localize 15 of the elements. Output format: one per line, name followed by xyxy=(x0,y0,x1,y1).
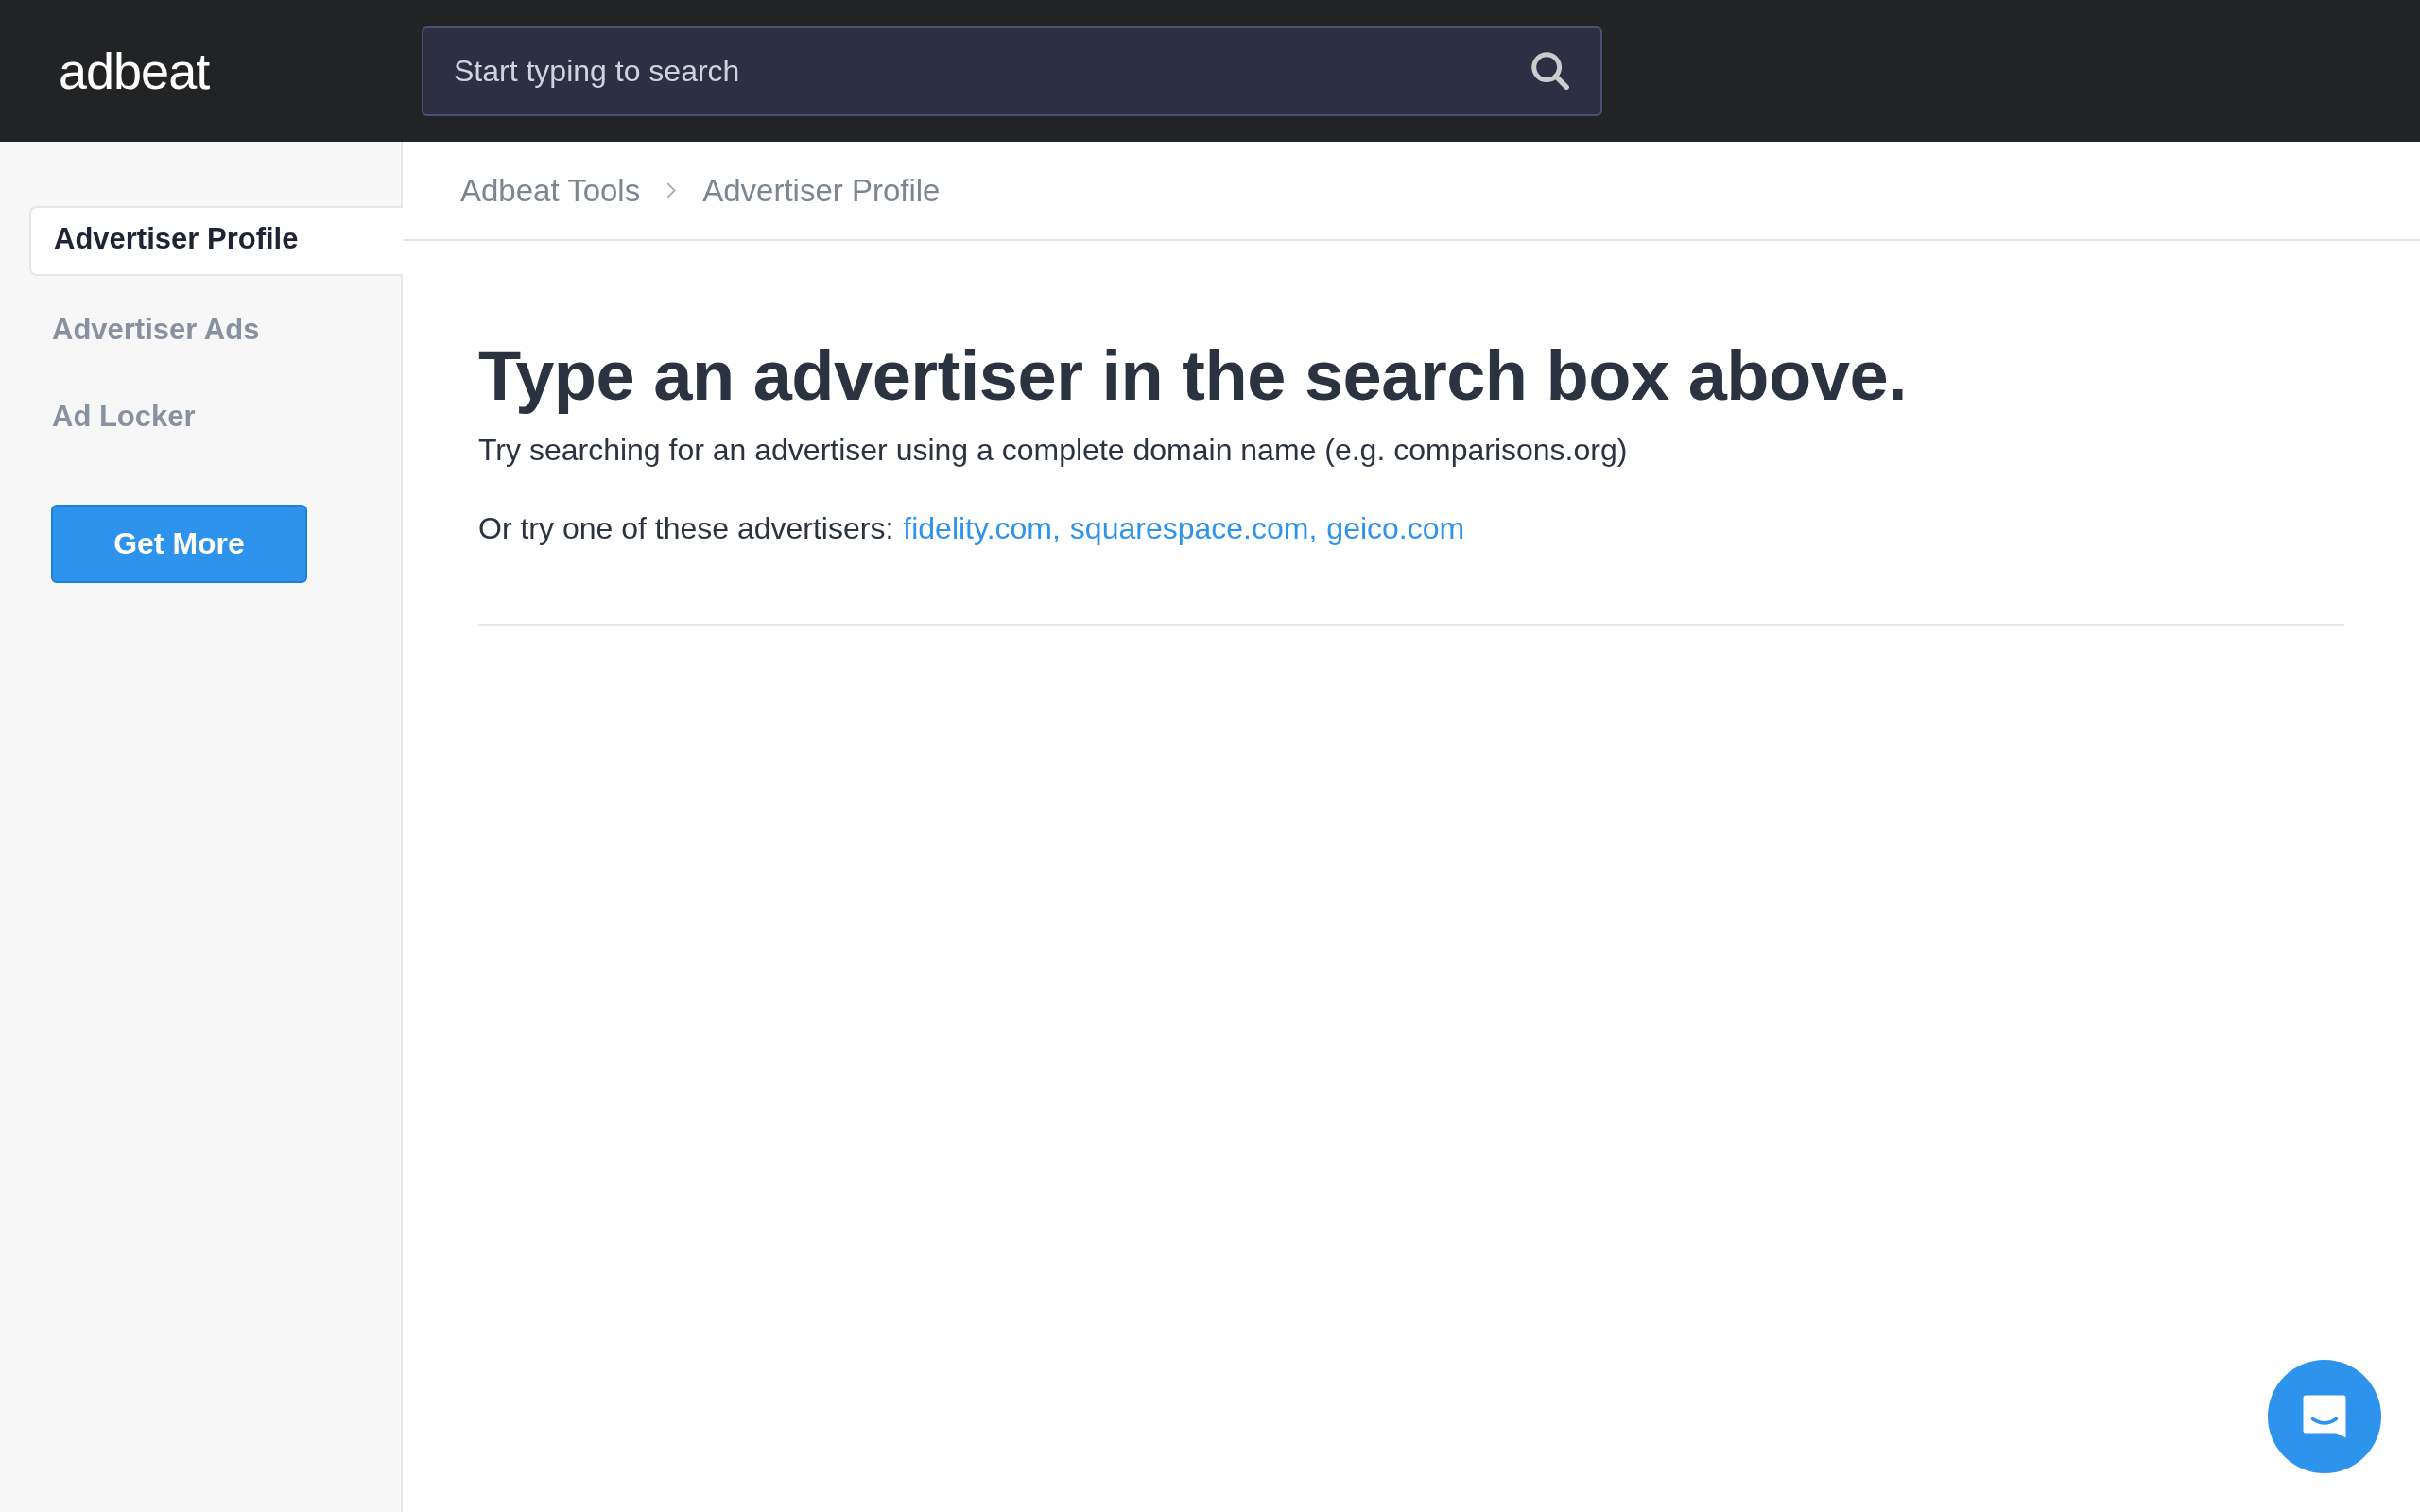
advertiser-link[interactable]: squarespace.com, xyxy=(1069,511,1318,546)
page-heading: Type an advertiser in the search box above. xyxy=(478,335,1909,416)
sidebar-item[interactable]: Advertiser Profile xyxy=(29,206,403,276)
breadcrumb-item: Advertiser Profile xyxy=(702,172,941,209)
sidebar-item[interactable]: Ad Locker xyxy=(29,384,403,450)
advertiser-link[interactable]: fidelity.com, xyxy=(903,511,1061,546)
breadcrumb-item[interactable]: Adbeat Tools xyxy=(460,172,641,209)
suggestions-label: Or try one of these advertisers: xyxy=(478,511,894,546)
search-field[interactable]: Start typing to search xyxy=(422,26,1602,116)
advertiser-link[interactable]: geico.com xyxy=(1326,511,1465,546)
get-more-button[interactable]: Get More xyxy=(51,505,307,583)
sidebar-item[interactable]: Advertiser Ads xyxy=(29,297,403,363)
chevron-icon xyxy=(666,182,677,198)
logo: adbeat xyxy=(59,42,211,100)
hint-text: Try searching for an advertiser using a complete domain name (e.g. comparisons.org) xyxy=(478,433,1629,468)
